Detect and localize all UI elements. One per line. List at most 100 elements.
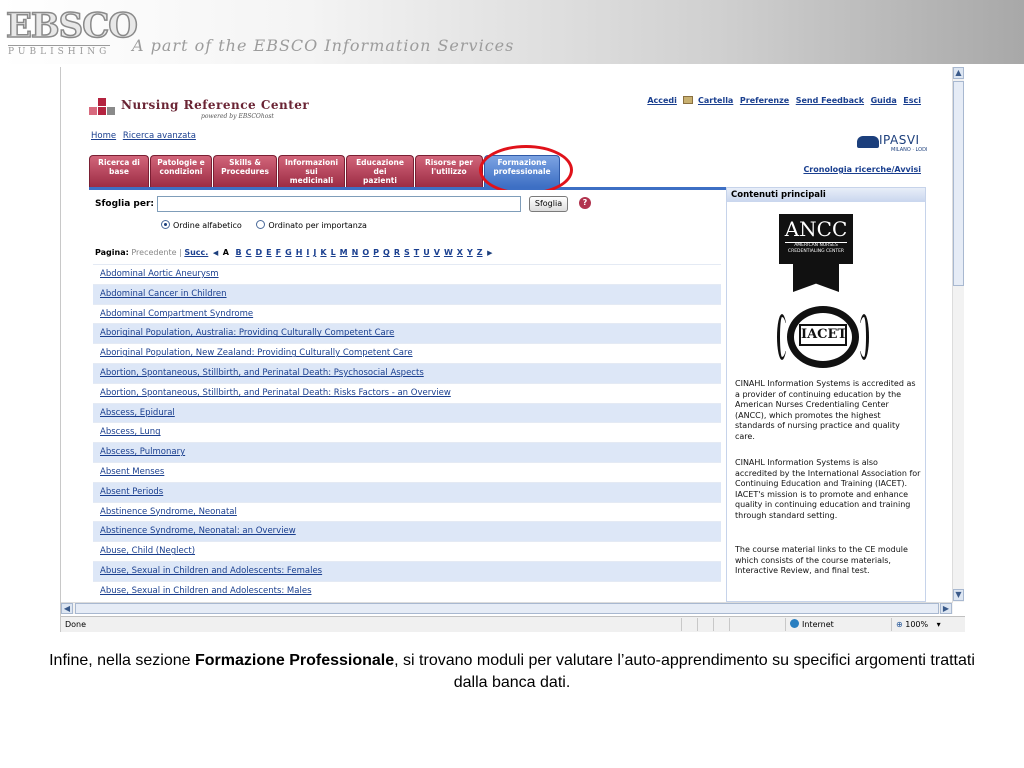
result-link[interactable]: Aboriginal Population, New Zealand: Prov… (100, 348, 413, 358)
scroll-up-icon[interactable]: ▲ (953, 67, 964, 79)
esci-link[interactable]: Esci (903, 96, 921, 105)
letter-link[interactable]: G (285, 248, 292, 257)
alphabet-pager: Pagina: Precedente | Succ. ◀ A BCDEFGHIJ… (95, 248, 495, 257)
ebsco-logo-text: EBSCO (5, 6, 138, 46)
list-item: Abstinence Syndrome, Neonatal: an Overvi… (93, 521, 721, 542)
result-link[interactable]: Absent Periods (100, 487, 163, 497)
result-link[interactable]: Abscess, Pulmonary (100, 447, 185, 457)
scroll-down-icon[interactable]: ▼ (953, 589, 964, 601)
guida-link[interactable]: Guida (871, 96, 897, 105)
horizontal-scrollbar[interactable]: ◀ ▶ (61, 602, 953, 614)
tab-risorse-per-lutilizzo[interactable]: Risorse per l'utilizzo (415, 155, 483, 187)
nursing-reference-center-logo[interactable]: Nursing Reference Center powered by EBSC… (89, 94, 309, 124)
help-icon[interactable]: ? (579, 197, 591, 209)
list-item: Abuse, Child (Neglect) (93, 541, 721, 561)
letter-link[interactable]: T (414, 248, 419, 257)
letter-link[interactable]: L (331, 248, 336, 257)
globe-icon (790, 619, 799, 628)
scroll-left-icon[interactable]: ◀ (61, 603, 73, 614)
result-link[interactable]: Abscess, Epidural (100, 408, 175, 418)
letter-link[interactable]: K (320, 248, 326, 257)
letter-link[interactable]: H (296, 248, 303, 257)
letter-link[interactable]: S (404, 248, 410, 257)
result-link[interactable]: Abuse, Sexual in Children and Adolescent… (100, 586, 312, 596)
letter-link[interactable]: M (340, 248, 348, 257)
letter-link[interactable]: E (266, 248, 271, 257)
list-item: Abdominal Cancer in Children (93, 283, 721, 304)
home-link[interactable]: Home (91, 131, 116, 141)
result-link[interactable]: Abstinence Syndrome, Neonatal: an Overvi… (100, 526, 296, 536)
letter-link[interactable]: F (276, 248, 281, 257)
letter-link[interactable]: V (434, 248, 440, 257)
letter-link[interactable]: W (444, 248, 453, 257)
letter-link[interactable]: O (362, 248, 369, 257)
letter-link[interactable]: J (313, 248, 316, 257)
pager-label: Pagina: (95, 248, 129, 257)
ipasvi-name: IPASVI (879, 133, 920, 147)
letter-link[interactable]: P (373, 248, 379, 257)
list-item: Abortion, Spontaneous, Stillbirth, and P… (93, 382, 721, 403)
letter-link[interactable]: Y (467, 248, 473, 257)
tab-informazioni-sui-medicinali[interactable]: Informazioni sui medicinali (278, 155, 345, 187)
result-link[interactable]: Aboriginal Population, Australia: Provid… (100, 328, 394, 338)
scroll-right-icon[interactable]: ▶ (940, 603, 952, 614)
accedi-link[interactable]: Accedi (647, 96, 677, 105)
result-link[interactable]: Abortion, Spontaneous, Stillbirth, and P… (100, 388, 451, 398)
accreditation-paragraph-iacet: CINAHL Information Systems is also accre… (735, 458, 921, 520)
letter-link[interactable]: D (256, 248, 263, 257)
sfoglia-button[interactable]: Sfoglia (529, 196, 568, 212)
letter-links: BCDEFGHIJKLMNOPQRSTUVWXYZ (232, 248, 483, 257)
result-link[interactable]: Abscess, Lung (100, 427, 161, 437)
slide-caption: Infine, nella sezione Formazione Profess… (40, 650, 984, 694)
result-link[interactable]: Abdominal Compartment Syndrome (100, 309, 253, 319)
tab-patologie-e-condizioni[interactable]: Patologie e condizioni (150, 155, 212, 187)
folder-icon[interactable] (683, 96, 694, 104)
vertical-scrollbar[interactable]: ▲ ▼ (952, 67, 964, 602)
top-links: Accedi Cartella Preferenze Send Feedback… (643, 96, 921, 105)
result-link[interactable]: Abdominal Cancer in Children (100, 289, 227, 299)
security-zone: Internet (785, 618, 891, 631)
web-page: Nursing Reference Center powered by EBSC… (61, 67, 953, 602)
result-link[interactable]: Abstinence Syndrome, Neonatal (100, 507, 237, 517)
letter-link[interactable]: N (352, 248, 359, 257)
result-link[interactable]: Abuse, Child (Neglect) (100, 546, 195, 556)
pager-right-arrow-icon[interactable]: ▶ (487, 249, 492, 257)
radio-alphabetical[interactable] (161, 220, 170, 229)
zoom-dropdown-icon[interactable]: ▾ (937, 620, 941, 629)
letter-link[interactable]: Z (477, 248, 483, 257)
letter-link[interactable]: I (306, 248, 309, 257)
tab-ricerca-di-base[interactable]: Ricerca di base (89, 155, 149, 187)
ipasvi-subtitle: MILANO · LODI (891, 147, 928, 153)
pager-left-arrow-icon[interactable]: ◀ (213, 249, 218, 257)
cronologia-ricerche-link[interactable]: Cronologia ricerche/Avvisi (803, 165, 921, 174)
sidebar-panel: Contenuti principali ANCC AMERICAN NURSE… (726, 187, 926, 602)
tab-skills-procedures[interactable]: Skills & Procedures (213, 155, 277, 187)
letter-link[interactable]: B (236, 248, 242, 257)
letter-link[interactable]: Q (383, 248, 390, 257)
browse-input[interactable] (157, 196, 521, 212)
result-link[interactable]: Abuse, Sexual in Children and Adolescent… (100, 566, 322, 576)
zoom-control[interactable]: ⊕ 100% ▾ (891, 618, 965, 631)
letter-link[interactable]: X (457, 248, 463, 257)
pager-current-letter: A (222, 248, 229, 257)
preferenze-link[interactable]: Preferenze (740, 96, 789, 105)
list-item: Abscess, Lung (93, 422, 721, 442)
letter-link[interactable]: U (423, 248, 430, 257)
ricerca-avanzata-link[interactable]: Ricerca avanzata (123, 131, 196, 141)
send-feedback-link[interactable]: Send Feedback (796, 96, 864, 105)
result-link[interactable]: Absent Menses (100, 467, 164, 477)
browser-window: Nursing Reference Center powered by EBSC… (60, 67, 965, 632)
letter-link[interactable]: C (246, 248, 252, 257)
tab-educazione-dei-pazienti[interactable]: Educazione dei pazienti (346, 155, 414, 187)
result-link[interactable]: Abortion, Spontaneous, Stillbirth, and P… (100, 368, 424, 378)
cartella-link[interactable]: Cartella (698, 96, 733, 105)
ancc-logo-subtext: AMERICAN NURSES CREDENTIALING CENTER (785, 242, 847, 255)
pager-next-link[interactable]: Succ. (184, 248, 208, 257)
result-link[interactable]: Abdominal Aortic Aneurysm (100, 269, 219, 279)
list-item: Abdominal Compartment Syndrome (93, 303, 721, 324)
radio-importance[interactable] (256, 220, 266, 229)
horizontal-scroll-thumb[interactable] (75, 603, 939, 614)
vertical-scroll-thumb[interactable] (953, 81, 964, 286)
letter-link[interactable]: R (394, 248, 400, 257)
magnifier-icon: ⊕ (896, 620, 903, 629)
